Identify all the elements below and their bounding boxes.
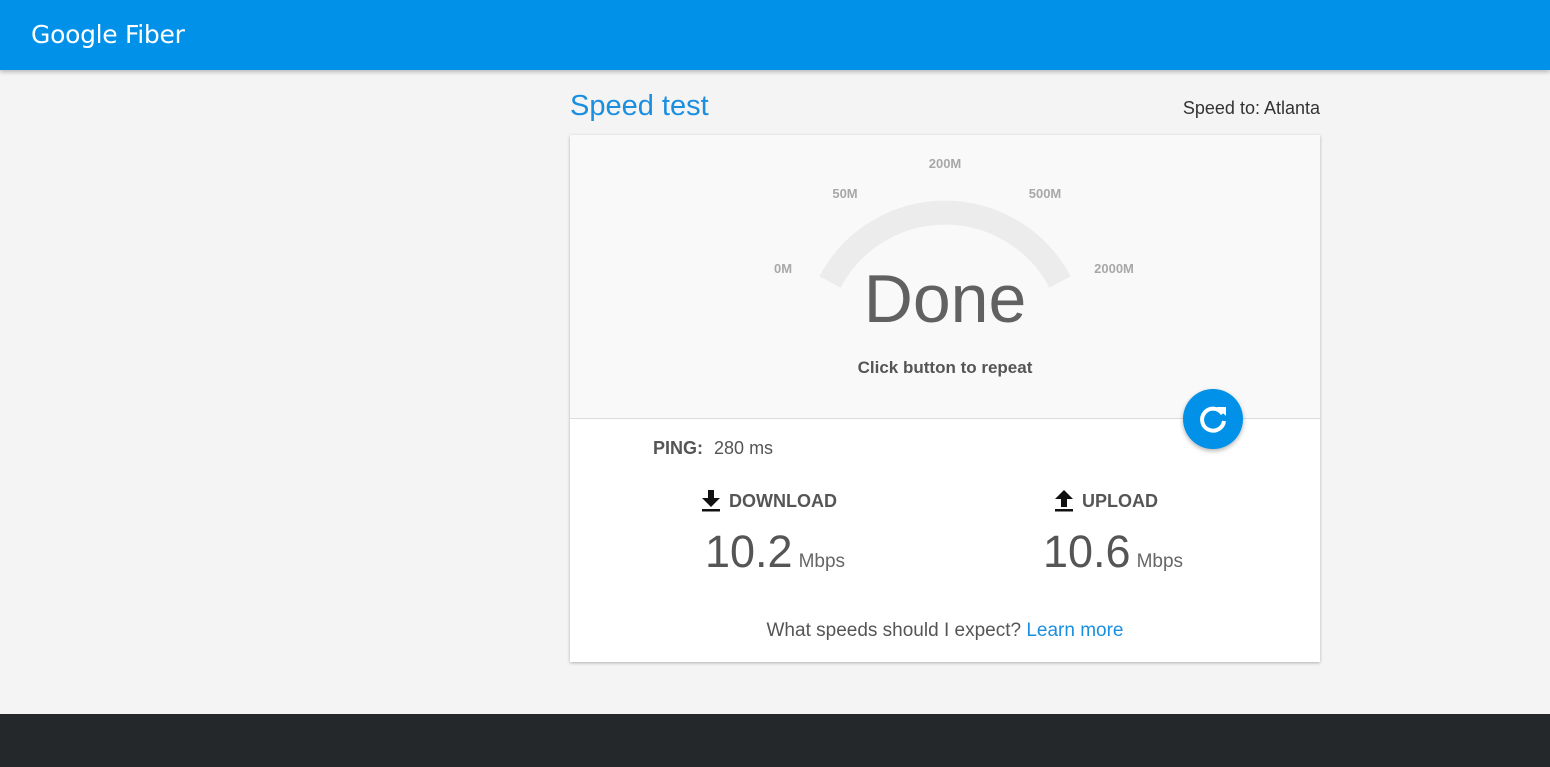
page-title: Speed test <box>570 90 709 122</box>
speed-test-card: 0M 50M 200M 500M 2000M Done Click button… <box>570 135 1320 662</box>
repeat-hint: Click button to repeat <box>857 358 1033 377</box>
upload-speed-value: 10.6 <box>1043 526 1131 577</box>
repeat-test-button[interactable] <box>1183 389 1243 449</box>
upload-speed-unit: Mbps <box>1136 551 1184 572</box>
upload-icon <box>1055 490 1073 512</box>
speed-expectation-line: What speeds should I expect? Learn more <box>767 620 1124 642</box>
gauge-tick-500m: 500M <box>1028 186 1062 201</box>
ping-result: PING: 280 ms <box>653 438 773 459</box>
upload-label: UPLOAD <box>1082 490 1158 511</box>
footer <box>0 714 1550 767</box>
ping-value: 280 ms <box>714 438 774 458</box>
ping-label: PING: <box>653 438 704 458</box>
download-label: DOWNLOAD <box>729 490 837 511</box>
gauge-panel: 0M 50M 200M 500M 2000M Done Click button… <box>570 135 1320 419</box>
test-status: Done <box>863 261 1027 337</box>
top-bar: Google Fiber <box>0 0 1550 70</box>
gauge-tick-2000m: 2000M <box>1094 261 1134 276</box>
expectation-question: What speeds should I expect? <box>766 620 1022 641</box>
download-result: DOWNLOAD 10.2 Mbps <box>701 490 845 578</box>
download-speed-unit: Mbps <box>798 551 846 572</box>
gauge-tick-200m: 200M <box>928 156 962 171</box>
download-icon <box>702 490 720 512</box>
learn-more-link[interactable]: Learn more <box>1026 620 1123 641</box>
speed-to-location: Speed to: Atlanta <box>1182 98 1320 118</box>
upload-result: UPLOAD 10.6 Mbps <box>1043 490 1184 578</box>
gauge-tick-50m: 50M <box>832 186 858 201</box>
refresh-icon <box>1200 406 1226 433</box>
download-speed-value: 10.2 <box>705 526 793 577</box>
google-fiber-logo[interactable]: Google Fiber <box>31 20 185 49</box>
gauge-tick-0m: 0M <box>773 261 793 276</box>
